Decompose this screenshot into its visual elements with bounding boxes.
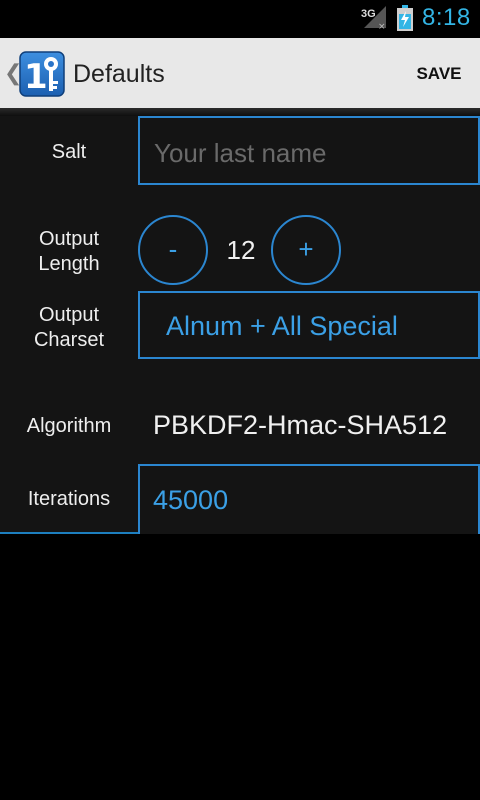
output-charset-label-line1: Output: [38, 304, 100, 326]
clock: 8:18: [422, 4, 471, 31]
action-bar: ❮ 1 Defaults SAVE: [0, 38, 480, 110]
signal-icon: ×: [364, 6, 386, 30]
algorithm-value: PBKDF2-Hmac-SHA512: [153, 410, 448, 440]
salt-field[interactable]: Your last name: [138, 116, 480, 185]
svg-text:×: ×: [378, 22, 386, 30]
status-bar: 3G × 8:18: [0, 0, 480, 38]
app-key-icon[interactable]: 1: [19, 51, 65, 97]
action-bar-divider: [0, 108, 480, 116]
output-charset-value[interactable]: Alnum + All Special: [166, 311, 398, 342]
increase-length-button[interactable]: +: [271, 215, 341, 285]
output-length-value: 12: [226, 235, 256, 265]
battery-charging-icon: [397, 5, 413, 31]
iterations-label: Iterations: [27, 488, 111, 510]
save-button[interactable]: SAVE: [408, 64, 470, 84]
salt-input-placeholder[interactable]: Your last name: [154, 138, 326, 169]
iterations-input[interactable]: 45000: [153, 485, 228, 516]
output-charset-selector[interactable]: Alnum + All Special: [138, 291, 480, 359]
iterations-field[interactable]: 45000: [138, 464, 480, 534]
page-title: Defaults: [73, 60, 165, 88]
output-length-label-line1: Output: [38, 228, 100, 250]
algorithm-label: Algorithm: [26, 415, 112, 437]
decrease-length-button[interactable]: -: [138, 215, 208, 285]
defaults-form: Salt Your last name Output Length - 12 +…: [0, 116, 480, 534]
output-charset-label-line2: Charset: [33, 329, 105, 351]
output-length-label: Output Length: [0, 227, 138, 277]
salt-label: Salt: [51, 141, 87, 163]
output-length-label-line2: Length: [38, 253, 100, 275]
output-charset-label: Output Charset: [0, 303, 138, 353]
